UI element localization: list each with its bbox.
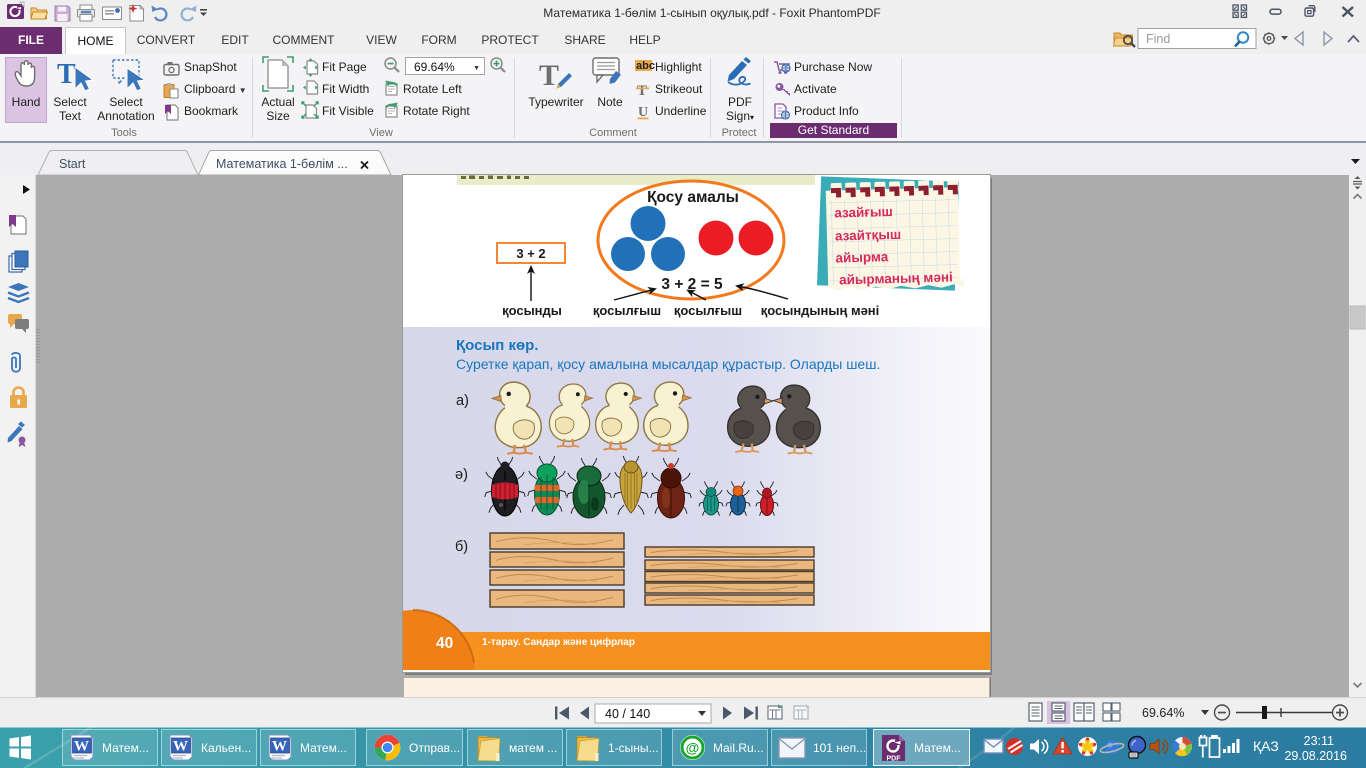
- svg-text:abc: abc: [636, 60, 655, 72]
- svg-text:3 + 2: 3 + 2: [516, 246, 545, 261]
- svg-text:а): а): [456, 393, 469, 409]
- svg-text:Суретке қарап, қосу амалына мы: Суретке қарап, қосу амалына мысалдар құр…: [456, 356, 880, 372]
- svg-text:айырма: айырма: [835, 249, 889, 265]
- svg-text:T: T: [539, 59, 559, 92]
- svg-text:қосылғыш: қосылғыш: [593, 303, 661, 318]
- svg-text:T: T: [637, 83, 647, 99]
- svg-text:қосынды: қосынды: [502, 303, 562, 318]
- svg-text:40 / 140: 40 / 140: [605, 707, 650, 721]
- svg-text:б): б): [455, 539, 468, 555]
- svg-text:қосындының мәні: қосындының мәні: [761, 303, 880, 318]
- svg-text:PDF: PDF: [887, 755, 902, 762]
- svg-text:29.08.2016: 29.08.2016: [1284, 749, 1347, 763]
- svg-text:1-тарау. Сандар және цифрлар: 1-тарау. Сандар және цифрлар: [482, 636, 635, 648]
- svg-text:айырманың мәні: айырманың мәні: [839, 269, 953, 287]
- svg-text:қосылғыш: қосылғыш: [674, 303, 742, 318]
- svg-text:азайтқыш: азайтқыш: [835, 227, 902, 244]
- svg-text:U: U: [638, 105, 648, 120]
- svg-text:W: W: [272, 738, 287, 754]
- svg-text:T: T: [57, 59, 76, 90]
- svg-text:69.64%: 69.64%: [1142, 706, 1184, 720]
- svg-text:40: 40: [436, 635, 453, 652]
- svg-text:Start: Start: [59, 157, 86, 171]
- svg-text:ә): ә): [455, 467, 468, 483]
- svg-text:W: W: [173, 738, 188, 754]
- svg-text:Қосу амалы: Қосу амалы: [647, 189, 739, 206]
- svg-text:азайғыш: азайғыш: [834, 204, 893, 221]
- svg-text:Find: Find: [1146, 32, 1170, 46]
- svg-text:ҚАЗ: ҚАЗ: [1253, 738, 1279, 754]
- svg-text:W: W: [74, 738, 89, 754]
- svg-text:23:11: 23:11: [1304, 734, 1334, 748]
- svg-text:Математика 1-бөлім ...: Математика 1-бөлім ...: [216, 157, 348, 171]
- svg-text:3 + 2 = 5: 3 + 2 = 5: [661, 276, 723, 293]
- svg-text:Қосып көр.: Қосып көр.: [456, 337, 539, 354]
- svg-text:@: @: [686, 740, 700, 756]
